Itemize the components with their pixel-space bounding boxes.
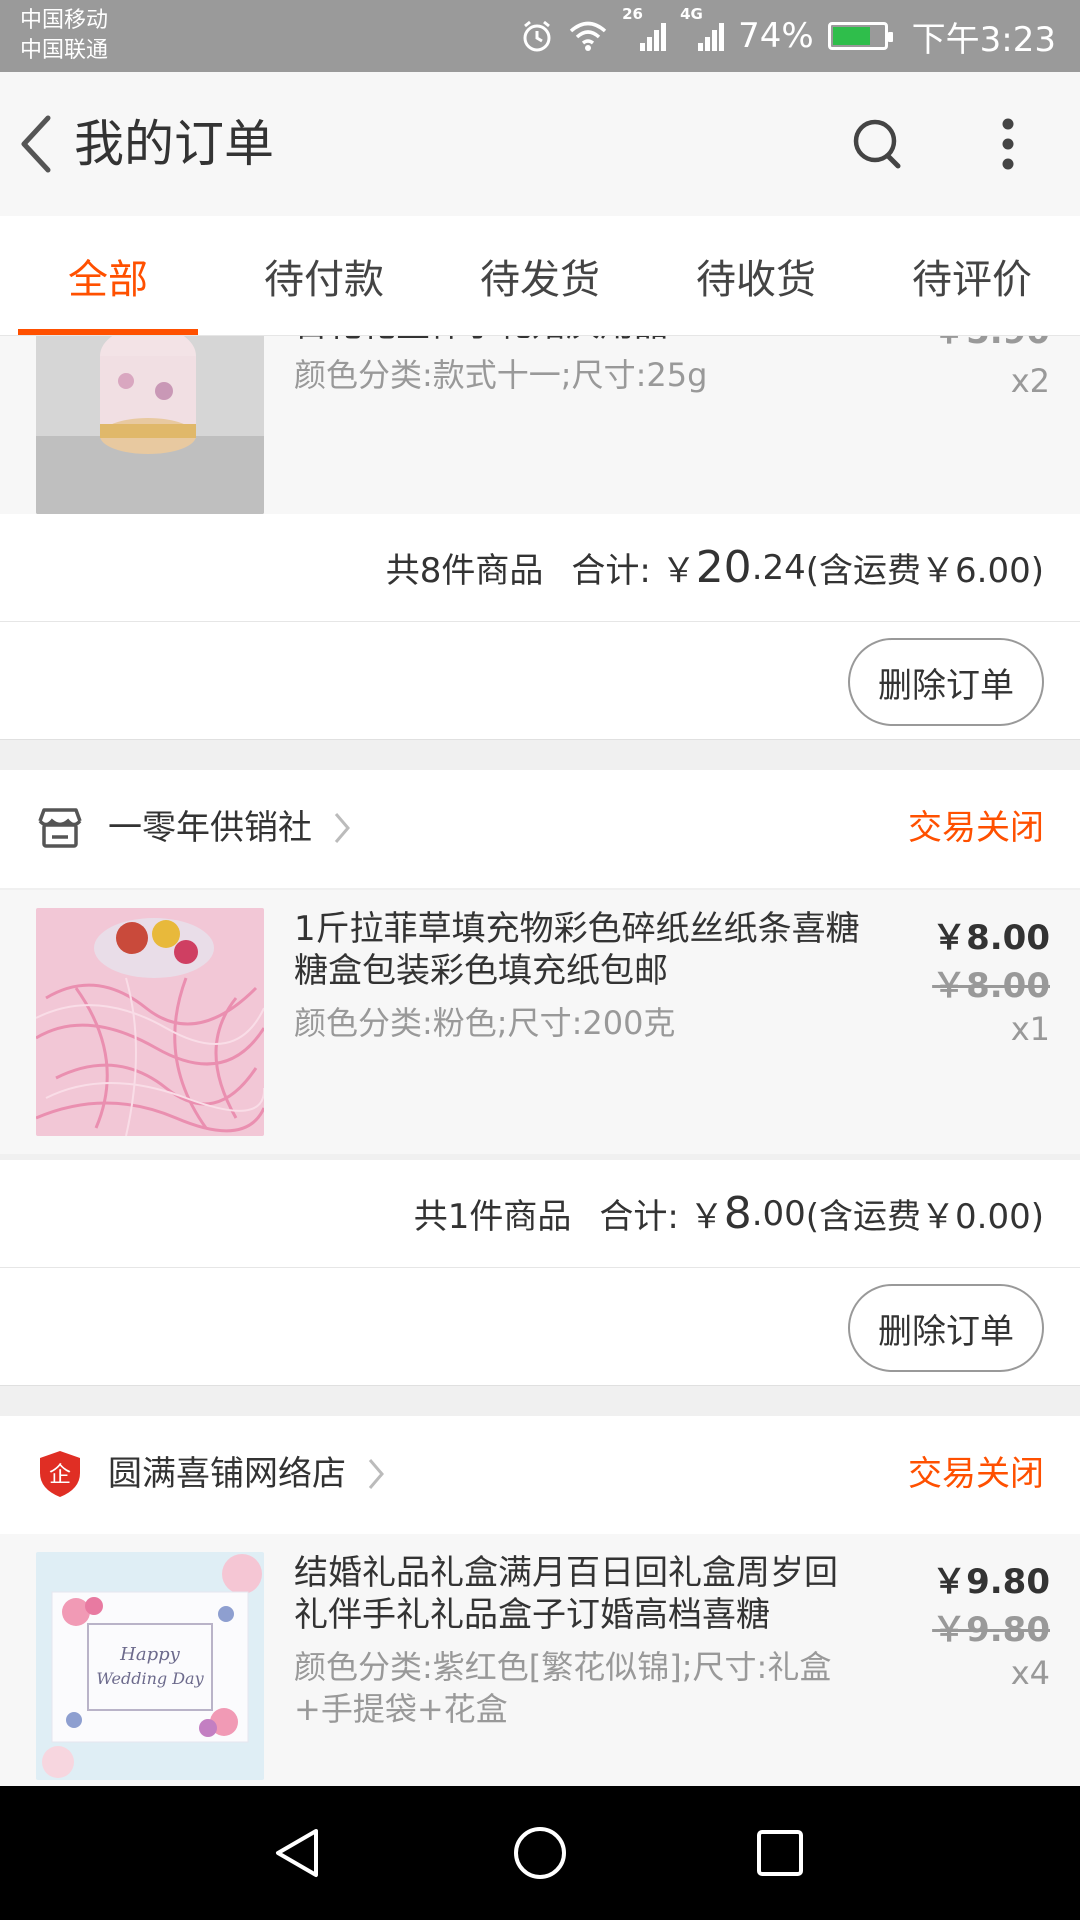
tab-pending-shipment[interactable]: 待发货 [432, 216, 648, 335]
search-icon [853, 119, 901, 169]
chevron-right-icon [334, 813, 350, 843]
page-title: 我的订单 [74, 115, 274, 173]
product-name: 结婚礼品礼盒满月百日回礼盒周岁回礼伴手礼礼品盒子订婚高档喜糖 [294, 1553, 838, 1635]
shop-header[interactable]: 一零年供销社 交易关闭 [0, 770, 1080, 888]
product-original-price: ￥8.00 [932, 966, 1050, 1006]
order-list[interactable]: 百花花盒伴手礼婚庆用品 颜色分类:款式十一;尺寸:25g ￥5.90 x2 共8… [0, 336, 1080, 1786]
shop-header[interactable]: 企 圆满喜铺网络店 交易关闭 [0, 1416, 1080, 1534]
item-count: 共1件商品 [413, 1197, 572, 1237]
total-label: 合计: ￥ [599, 1197, 724, 1237]
nav-recents-button[interactable] [745, 1818, 815, 1888]
product-name: 百花花盒伴手礼婚庆用品 [294, 336, 714, 346]
wifi-icon [568, 20, 608, 52]
product-spec: 颜色分类:紫红色[繁花似锦];尺寸:礼盒+手提袋+花盒 [294, 1648, 832, 1728]
shop-name[interactable]: 一零年供销社 [108, 804, 352, 852]
image-text-happy: Happy [119, 1644, 180, 1665]
nav-home-button[interactable] [505, 1818, 575, 1888]
shop-name-text: 一零年供销社 [108, 808, 312, 848]
battery-percent: 74% [738, 16, 814, 56]
network-type-1: 26 [622, 5, 643, 23]
order-item[interactable]: Happy Wedding Day 结婚礼品礼盒满月百日回礼盒周岁回礼伴手礼礼品… [0, 1534, 1080, 1786]
candy-jar-image [36, 336, 264, 514]
product-quantity: x4 [1010, 1654, 1050, 1692]
back-icon [21, 115, 51, 173]
total-decimal: .00 [751, 1193, 806, 1234]
carrier-1: 中国移动 [20, 8, 109, 33]
clock: 下午3:23 [911, 19, 1056, 60]
order-item[interactable]: 百花花盒伴手礼婚庆用品 颜色分类:款式十一;尺寸:25g ￥5.90 x2 [0, 336, 1080, 514]
product-thumbnail[interactable]: Happy Wedding Day [36, 1552, 264, 1780]
item-count: 共8件商品 [385, 551, 544, 591]
back-triangle-icon [276, 1829, 318, 1877]
carrier-info: 中国移动 中国联通 [20, 6, 108, 66]
carrier-2: 中国联通 [20, 38, 109, 63]
order-item[interactable]: 1斤拉菲草填充物彩色碎纸丝纸条喜糖糖盒包装彩色填充纸包邮 颜色分类:粉色;尺寸:… [0, 890, 1080, 1154]
total-decimal: .24 [751, 547, 806, 588]
delete-order-button[interactable]: 删除订单 [848, 1284, 1044, 1372]
product-spec: 颜色分类:粉色;尺寸:200克 [294, 1004, 676, 1042]
product-spec: 颜色分类:款式十一;尺寸:25g [294, 356, 708, 394]
nav-back-button[interactable] [263, 1818, 333, 1888]
order-summary: 共1件商品 合计: ￥ 8 .00 (含运费￥0.00) [0, 1160, 1080, 1268]
order-summary: 共8件商品 合计: ￥ 20 .24 (含运费￥6.00) [0, 514, 1080, 622]
badge-text: 企 [49, 1463, 71, 1488]
product-quantity: x2 [1010, 362, 1050, 400]
product-price: ￥9.80 [932, 1562, 1050, 1602]
shop-name-text: 圆满喜铺网络店 [108, 1454, 346, 1494]
product-price: ￥8.00 [932, 918, 1050, 958]
order-tabs: 全部 待付款 待发货 待收货 待评价 [0, 216, 1080, 336]
signal-icon: 4G [680, 5, 725, 53]
pink-shred-paper-image [36, 908, 264, 1136]
order-status: 交易关闭 [908, 1454, 1044, 1494]
total-label: 合计: ￥ [571, 551, 696, 591]
shipping-fee: (含运费￥0.00) [805, 1197, 1044, 1237]
network-type-2: 4G [680, 5, 703, 23]
order-status: 交易关闭 [908, 808, 1044, 848]
system-nav-bar [0, 1786, 1080, 1920]
product-quantity: x1 [1010, 1010, 1050, 1048]
product-thumbnail[interactable] [36, 336, 264, 514]
tab-all[interactable]: 全部 [0, 216, 216, 335]
recents-square-icon [757, 1830, 803, 1876]
order-actions: 删除订单 [0, 622, 1080, 740]
delete-order-button[interactable]: 删除订单 [848, 638, 1044, 726]
home-circle-icon [514, 1827, 566, 1879]
tab-pending-payment[interactable]: 待付款 [216, 216, 432, 335]
app-bar: 我的订单 [0, 72, 1080, 216]
product-thumbnail[interactable] [36, 908, 264, 1136]
total-integer: 8 [723, 1188, 752, 1239]
product-original-price: ￥9.80 [932, 1610, 1050, 1650]
enterprise-badge-icon: 企 [36, 1450, 84, 1498]
order-actions: 删除订单 [0, 1268, 1080, 1386]
tab-pending-review[interactable]: 待评价 [864, 216, 1080, 335]
image-text-wedding-day: Wedding Day [96, 1669, 204, 1688]
total-integer: 20 [695, 542, 752, 593]
shipping-fee: (含运费￥6.00) [805, 551, 1044, 591]
product-name: 1斤拉菲草填充物彩色碎纸丝纸条喜糖糖盒包装彩色填充纸包邮 [294, 909, 860, 991]
store-icon [36, 804, 84, 852]
product-original-price: ￥5.90 [932, 336, 1050, 353]
battery-level [832, 27, 870, 45]
status-bar: 中国移动 中国联通 26 4G 74% 下午3:23 [0, 0, 1080, 72]
search-button[interactable] [846, 112, 910, 176]
more-icon [1002, 118, 1014, 170]
chevron-right-icon [368, 1459, 384, 1489]
back-button[interactable] [6, 104, 66, 184]
wedding-gift-box-image: Happy Wedding Day [36, 1552, 264, 1780]
signal-icon: 26 [622, 5, 667, 53]
more-button[interactable] [984, 108, 1032, 180]
tab-pending-receipt[interactable]: 待收货 [648, 216, 864, 335]
shop-name[interactable]: 圆满喜铺网络店 [108, 1450, 386, 1498]
alarm-icon [520, 19, 554, 53]
battery-icon [827, 22, 893, 50]
